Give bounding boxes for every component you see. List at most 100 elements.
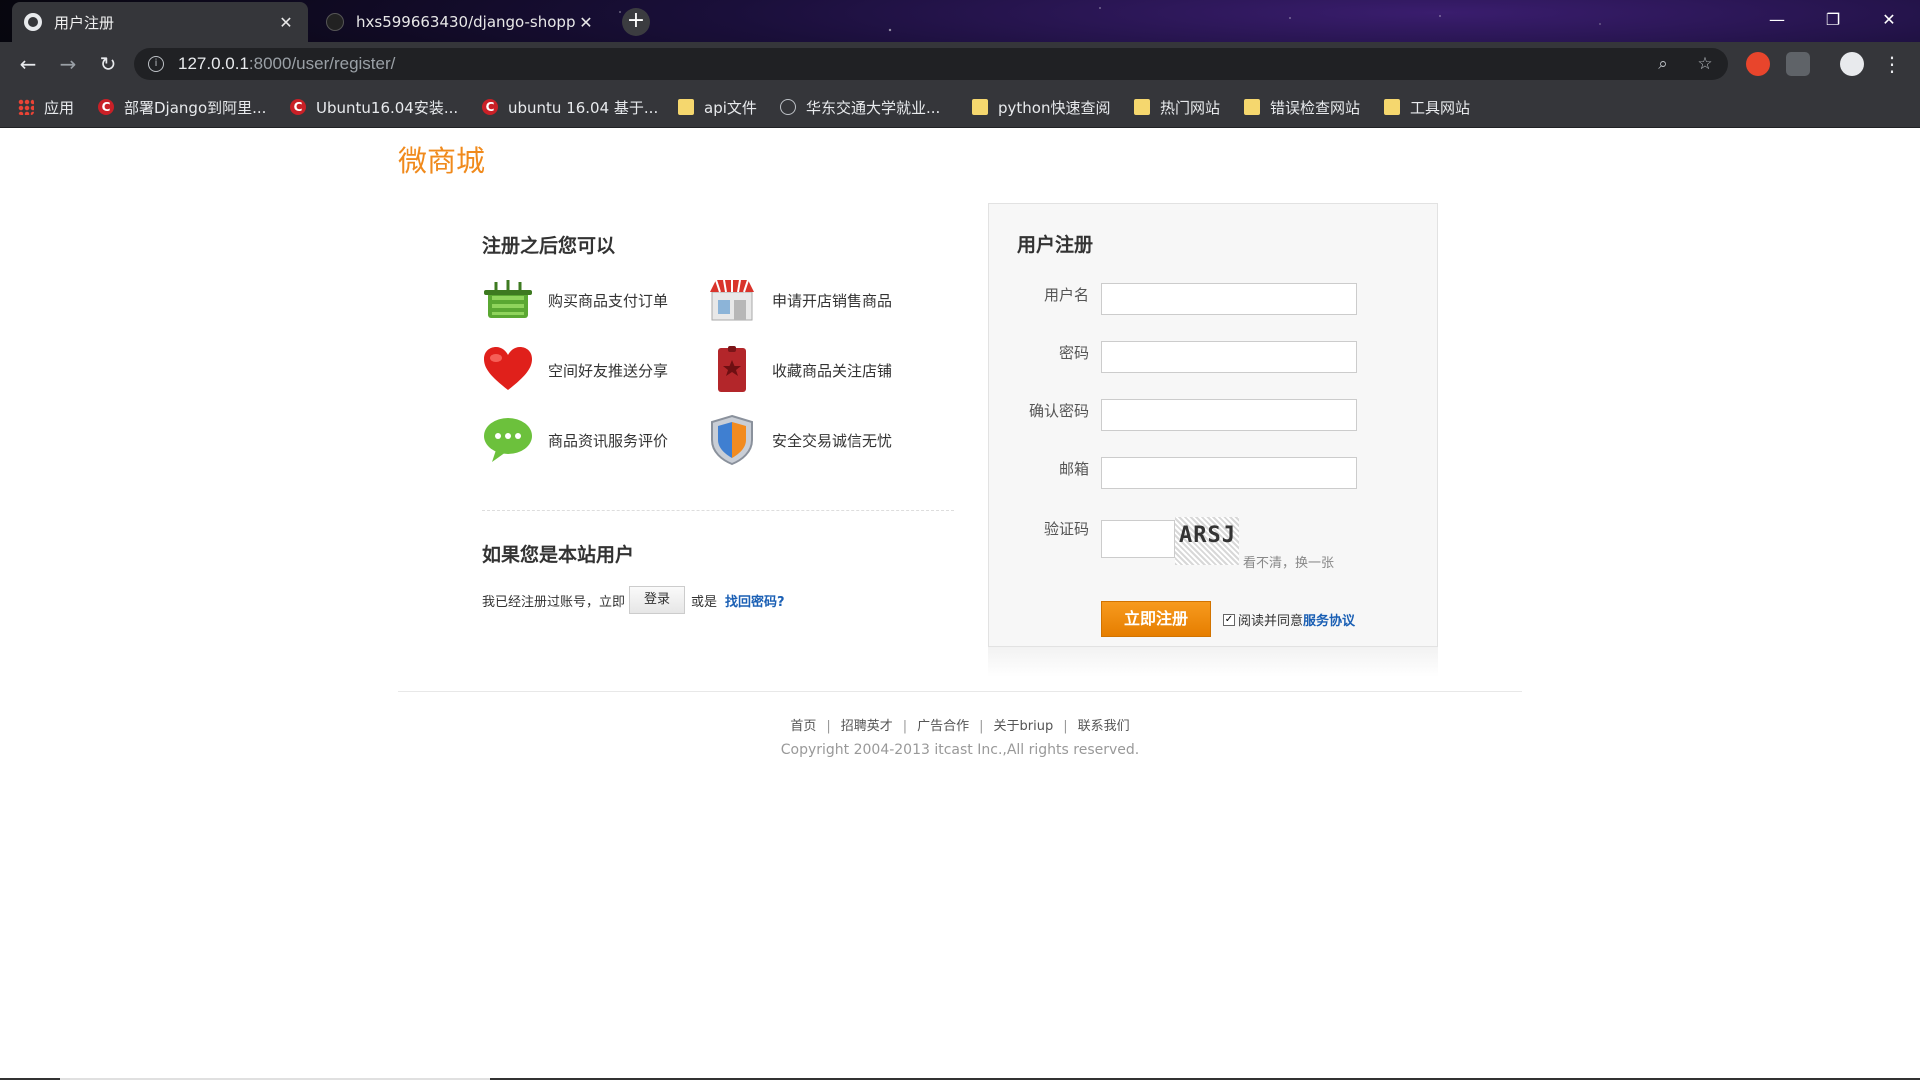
page-content: 微商城 注册之后您可以 购买商品支付订单 申请开店销售商品 空间好友推送分享 收… bbox=[0, 128, 1920, 1080]
feature-item: 购买商品支付订单 bbox=[482, 274, 668, 326]
feature-item: 申请开店销售商品 bbox=[706, 274, 892, 326]
feature-item: 收藏商品关注店铺 bbox=[706, 344, 892, 396]
tab-github[interactable]: hxs599663430/django-shoppi ✕ bbox=[314, 2, 608, 42]
footer-link-about[interactable]: 关于briup bbox=[994, 719, 1054, 734]
folder-icon bbox=[1244, 99, 1260, 115]
bookmarks-bar: 应用 C 部署Django到阿里... C Ubuntu16.04安装... Cub… bbox=[0, 86, 1920, 128]
feature-item: 商品资讯服务评价 bbox=[482, 414, 668, 466]
footer-separator: | bbox=[826, 719, 831, 734]
restore-button[interactable]: ❐ bbox=[1810, 6, 1856, 34]
register-submit-button[interactable]: 立即注册 bbox=[1101, 601, 1211, 637]
captcha-input[interactable] bbox=[1101, 520, 1175, 558]
username-input[interactable] bbox=[1101, 283, 1357, 315]
register-panel: 用户注册 用户名 密码 确认密码 邮箱 验证码 ARSJ 看不清，换一张 立即注… bbox=[988, 203, 1438, 647]
csdn-icon: C bbox=[98, 99, 114, 115]
close-tab-icon[interactable]: ✕ bbox=[576, 13, 596, 32]
feature-label: 安全交易诚信无忧 bbox=[772, 431, 893, 450]
email-input[interactable] bbox=[1101, 457, 1357, 489]
browser-chrome: 用户注册 ✕ hxs599663430/django-shoppi ✕ + — … bbox=[0, 0, 1920, 128]
footer-divider bbox=[398, 691, 1522, 692]
globe-favicon-icon bbox=[24, 13, 42, 31]
feature-label: 申请开店销售商品 bbox=[772, 291, 893, 310]
extension-infinity-icon[interactable] bbox=[1746, 52, 1770, 76]
bookmark-item[interactable]: C 部署Django到阿里... bbox=[98, 96, 266, 118]
register-title: 用户注册 bbox=[1017, 234, 1094, 256]
footer-link-ads[interactable]: 广告合作 bbox=[917, 719, 969, 734]
agree-checkbox[interactable]: ✓ bbox=[1223, 613, 1235, 626]
heart-icon bbox=[482, 344, 534, 396]
forward-arrow-icon[interactable]: → bbox=[54, 50, 82, 78]
shop-icon bbox=[706, 274, 758, 326]
confirm-password-label: 确认密码 bbox=[1028, 402, 1089, 420]
member-login-line: 我已经注册过账号，立即 登录 或是 找回密码? bbox=[482, 586, 785, 614]
bookmark-item[interactable]: Cubuntu 16.04 基于... bbox=[482, 96, 658, 118]
back-arrow-icon[interactable]: ← bbox=[14, 50, 42, 78]
csdn-icon: C bbox=[290, 99, 306, 115]
bookmark-icon bbox=[706, 344, 758, 396]
footer-separator: | bbox=[1063, 719, 1068, 734]
footer-link-jobs[interactable]: 招聘英才 bbox=[841, 719, 893, 734]
member-text: 我已经注册过账号，立即 bbox=[482, 594, 626, 610]
captcha-image[interactable]: ARSJ bbox=[1175, 517, 1239, 565]
site-logo[interactable]: 微商城 bbox=[398, 138, 485, 180]
basket-icon bbox=[482, 274, 534, 326]
intro-title: 注册之后您可以 bbox=[482, 235, 616, 257]
github-favicon-icon bbox=[326, 13, 344, 31]
bookmark-apps[interactable]: 应用 bbox=[18, 96, 74, 118]
feature-item: 空间好友推送分享 bbox=[482, 344, 668, 396]
dashed-divider bbox=[482, 510, 954, 511]
password-input[interactable] bbox=[1101, 341, 1357, 373]
close-window-button[interactable]: ✕ bbox=[1866, 6, 1912, 34]
feature-label: 空间好友推送分享 bbox=[548, 361, 669, 380]
bookmark-folder[interactable]: python快速查阅 bbox=[972, 96, 1110, 118]
address-bar[interactable]: i 127.0.0.1:8000/user/register/ ⌕ ☆ bbox=[134, 48, 1728, 80]
bookmark-item[interactable]: 华东交通大学就业... bbox=[780, 96, 940, 118]
tab-title: 用户注册 bbox=[54, 13, 115, 32]
forgot-password-link[interactable]: 找回密码? bbox=[725, 591, 785, 610]
folder-icon bbox=[1384, 99, 1400, 115]
profile-avatar-icon[interactable] bbox=[1840, 52, 1864, 76]
captcha-refresh-link[interactable]: 看不清，换一张 bbox=[1243, 552, 1334, 571]
or-text: 或是 bbox=[691, 594, 718, 610]
url-text[interactable]: 127.0.0.1:8000/user/register/ bbox=[178, 54, 395, 74]
apps-icon bbox=[18, 99, 34, 115]
agree-terms: ✓ 阅读并同意 服务协议 bbox=[1223, 610, 1355, 629]
footer-link-contact[interactable]: 联系我们 bbox=[1078, 719, 1130, 734]
login-button[interactable]: 登录 bbox=[629, 586, 686, 614]
close-tab-icon[interactable]: ✕ bbox=[276, 13, 296, 32]
chat-bubble-icon bbox=[482, 414, 534, 466]
tab-title: hxs599663430/django-shoppi bbox=[356, 13, 576, 31]
folder-icon bbox=[972, 99, 988, 115]
copyright-text: Copyright 2004-2013 itcast Inc.,All righ… bbox=[780, 742, 1140, 758]
site-info-icon[interactable]: i bbox=[148, 56, 164, 72]
password-label: 密码 bbox=[1058, 344, 1089, 362]
tab-strip: 用户注册 ✕ hxs599663430/django-shoppi ✕ + — … bbox=[0, 0, 1920, 42]
bookmark-folder[interactable]: 错误检查网站 bbox=[1244, 96, 1360, 118]
minimize-button[interactable]: — bbox=[1754, 6, 1800, 34]
reload-icon[interactable]: ↻ bbox=[94, 50, 122, 78]
tab-register[interactable]: 用户注册 ✕ bbox=[12, 2, 308, 42]
bookmark-folder[interactable]: api文件 bbox=[678, 96, 757, 118]
feature-label: 购买商品支付订单 bbox=[548, 291, 669, 310]
bookmark-star-icon[interactable]: ☆ bbox=[1694, 53, 1716, 75]
csdn-icon: C bbox=[482, 99, 498, 115]
bookmark-item[interactable]: C Ubuntu16.04安装... bbox=[290, 96, 458, 118]
captcha-label: 验证码 bbox=[1043, 520, 1089, 538]
folder-icon bbox=[1134, 99, 1150, 115]
register-panel-shadow bbox=[988, 647, 1438, 677]
service-agreement-link[interactable]: 服务协议 bbox=[1303, 610, 1355, 629]
menu-kebab-icon[interactable]: ⋮ bbox=[1878, 50, 1906, 78]
globe-icon bbox=[780, 99, 796, 115]
extension-reader-icon[interactable] bbox=[1786, 52, 1810, 76]
footer-link-home[interactable]: 首页 bbox=[790, 719, 816, 734]
folder-icon bbox=[678, 99, 694, 115]
new-tab-button[interactable]: + bbox=[622, 8, 650, 36]
feature-label: 收藏商品关注店铺 bbox=[772, 361, 893, 380]
member-title: 如果您是本站用户 bbox=[482, 544, 635, 566]
confirm-password-input[interactable] bbox=[1101, 399, 1357, 431]
zoom-search-icon[interactable]: ⌕ bbox=[1652, 53, 1674, 75]
bookmark-folder[interactable]: 工具网站 bbox=[1384, 96, 1470, 118]
feature-item: 安全交易诚信无忧 bbox=[706, 414, 892, 466]
bookmark-folder[interactable]: 热门网站 bbox=[1134, 96, 1220, 118]
shield-icon bbox=[706, 414, 758, 466]
